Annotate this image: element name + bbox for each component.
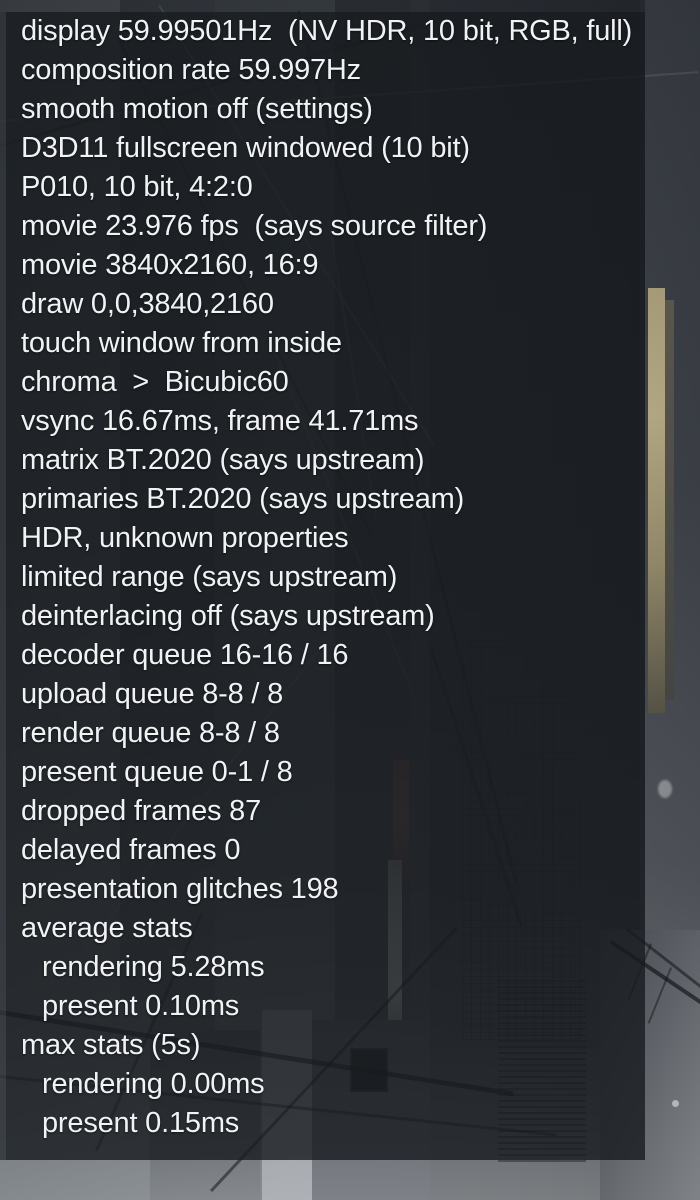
stat-matrix: matrix BT.2020 (says upstream): [21, 444, 425, 476]
video-renderer-stats-overlay: display 59.99501Hz (NV HDR, 10 bit, RGB,…: [0, 12, 645, 1160]
stat-movie-fps: movie 23.976 fps (says source filter): [21, 210, 488, 242]
stat-max-stats-header: max stats (5s): [21, 1029, 201, 1061]
stats-line-list: display 59.99501Hz (NV HDR, 10 bit, RGB,…: [0, 12, 632, 1143]
stat-present-queue: present queue 0-1 / 8: [21, 756, 293, 788]
stat-deinterlacing: deinterlacing off (says upstream): [21, 600, 435, 632]
overlay-left-edge-highlight: [0, 12, 6, 1160]
stat-hdr: HDR, unknown properties: [21, 522, 349, 554]
stat-presentation-mode: D3D11 fullscreen windowed (10 bit): [21, 132, 470, 164]
stat-range: limited range (says upstream): [21, 561, 398, 593]
stat-smooth-motion: smooth motion off (settings): [21, 93, 373, 125]
stat-max-present: present 0.15ms: [42, 1107, 240, 1139]
stat-decoder-queue: decoder queue 16-16 / 16: [21, 639, 349, 671]
stat-draw-rect: draw 0,0,3840,2160: [21, 288, 274, 320]
stat-max-rendering: rendering 0.00ms: [42, 1068, 265, 1100]
stat-display-mode: display 59.99501Hz (NV HDR, 10 bit, RGB,…: [21, 15, 633, 47]
stat-composition-rate: composition rate 59.997Hz: [21, 54, 361, 86]
stat-touch-window: touch window from inside: [21, 327, 342, 359]
stat-chroma-scaler: chroma > Bicubic60: [21, 366, 289, 398]
stat-dropped-frames: dropped frames 87: [21, 795, 262, 827]
stat-average-rendering: rendering 5.28ms: [42, 951, 265, 983]
stat-pixel-format: P010, 10 bit, 4:2:0: [21, 171, 253, 203]
stat-average-present: present 0.10ms: [42, 990, 240, 1022]
stat-average-stats-header: average stats: [21, 912, 193, 944]
video-player-screen: display 59.99501Hz (NV HDR, 10 bit, RGB,…: [0, 0, 700, 1200]
stat-movie-resolution: movie 3840x2160, 16:9: [21, 249, 319, 281]
stat-primaries: primaries BT.2020 (says upstream): [21, 483, 465, 515]
stat-render-queue: render queue 8-8 / 8: [21, 717, 280, 749]
stat-delayed-frames: delayed frames 0: [21, 834, 241, 866]
stat-vsync-frame: vsync 16.67ms, frame 41.71ms: [21, 405, 419, 437]
stat-upload-queue: upload queue 8-8 / 8: [21, 678, 284, 710]
stat-presentation-glitches: presentation glitches 198: [21, 873, 339, 905]
